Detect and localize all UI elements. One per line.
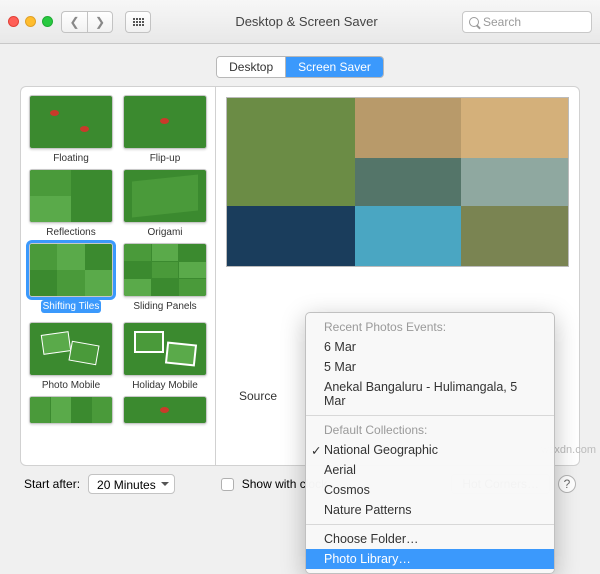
search-icon: [469, 17, 479, 27]
close-window-button[interactable]: [8, 16, 19, 27]
show-with-clock-checkbox[interactable]: [221, 478, 234, 491]
tab-screen-saver[interactable]: Screen Saver: [286, 57, 383, 77]
screensaver-reflections[interactable]: Reflections: [27, 169, 115, 239]
menu-item-recent-0[interactable]: 6 Mar: [306, 337, 554, 357]
main-panel: Floating Flip-up Reflections Origami Shi…: [20, 86, 580, 466]
minimize-window-button[interactable]: [25, 16, 36, 27]
screensaver-photo-mobile[interactable]: Photo Mobile: [27, 322, 115, 392]
source-label: Source: [239, 389, 277, 403]
search-input[interactable]: Search: [462, 11, 592, 33]
menu-item-recent-2[interactable]: Anekal Bangaluru - Hulimangala, 5 Mar: [306, 377, 554, 411]
search-placeholder: Search: [483, 15, 521, 29]
screensaver-extra-2[interactable]: [121, 396, 209, 424]
forward-button[interactable]: ❯: [87, 11, 113, 33]
screensaver-extra-1[interactable]: [27, 396, 115, 424]
menu-item-nature-patterns[interactable]: Nature Patterns: [306, 500, 554, 520]
window-controls: [8, 16, 53, 27]
nav-buttons: ❮ ❯: [61, 11, 113, 33]
grid-icon: [133, 18, 144, 26]
tab-bar: Desktop Screen Saver: [0, 44, 600, 86]
show-all-button[interactable]: [125, 11, 151, 33]
tab-desktop[interactable]: Desktop: [217, 57, 286, 77]
help-button[interactable]: ?: [558, 475, 576, 493]
menu-separator: [306, 415, 554, 416]
menu-header-default: Default Collections:: [306, 420, 554, 440]
back-button[interactable]: ❮: [61, 11, 87, 33]
screensaver-sliding-panels[interactable]: Sliding Panels: [121, 243, 209, 318]
menu-item-choose-folder[interactable]: Choose Folder…: [306, 529, 554, 549]
menu-item-recent-1[interactable]: 5 Mar: [306, 357, 554, 377]
screensaver-origami[interactable]: Origami: [121, 169, 209, 239]
menu-item-aerial[interactable]: Aerial: [306, 460, 554, 480]
start-after-select[interactable]: 20 Minutes: [88, 474, 175, 494]
screensaver-flip-up[interactable]: Flip-up: [121, 95, 209, 165]
menu-item-photo-library[interactable]: Photo Library…: [306, 549, 554, 569]
screensaver-floating[interactable]: Floating: [27, 95, 115, 165]
preview-image: [226, 97, 569, 267]
start-after-label: Start after:: [24, 477, 80, 491]
screensaver-list[interactable]: Floating Flip-up Reflections Origami Shi…: [21, 87, 216, 465]
screensaver-shifting-tiles[interactable]: Shifting Tiles: [27, 243, 115, 318]
zoom-window-button[interactable]: [42, 16, 53, 27]
screensaver-holiday-mobile[interactable]: Holiday Mobile: [121, 322, 209, 392]
menu-header-recent: Recent Photos Events:: [306, 317, 554, 337]
source-menu[interactable]: Recent Photos Events: 6 Mar 5 Mar Anekal…: [305, 312, 555, 574]
menu-separator: [306, 524, 554, 525]
menu-item-national-geographic[interactable]: National Geographic: [306, 440, 554, 460]
titlebar: ❮ ❯ Desktop & Screen Saver Search: [0, 0, 600, 44]
menu-item-cosmos[interactable]: Cosmos: [306, 480, 554, 500]
window-title: Desktop & Screen Saver: [159, 14, 454, 29]
